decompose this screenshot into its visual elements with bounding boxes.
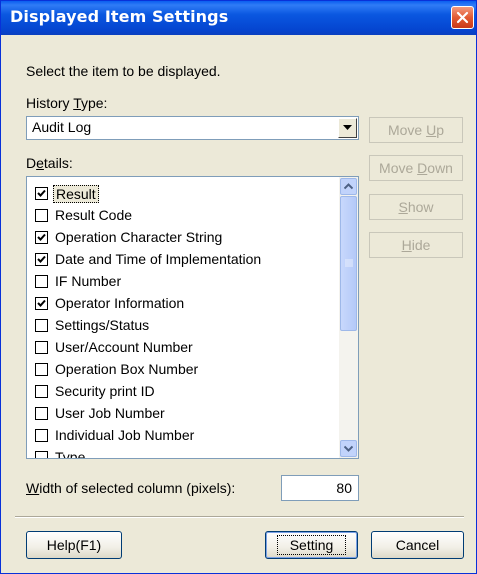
- chevron-down-icon: [343, 125, 352, 130]
- history-type-value: Audit Log: [32, 119, 92, 135]
- list-item[interactable]: Date and Time of Implementation: [27, 249, 338, 271]
- checkbox[interactable]: [35, 275, 48, 288]
- checkbox[interactable]: [35, 253, 48, 266]
- checkbox[interactable]: [35, 297, 48, 310]
- instruction-text: Select the item to be displayed.: [26, 63, 221, 79]
- checkbox[interactable]: [35, 429, 48, 442]
- checkbox[interactable]: [35, 341, 48, 354]
- checkbox[interactable]: [35, 187, 48, 200]
- checkbox[interactable]: [35, 231, 48, 244]
- list-item-label: Individual Job Number: [55, 427, 195, 443]
- history-type-label: History Type:: [26, 95, 108, 111]
- grip-icon: [345, 259, 353, 267]
- title-bar[interactable]: Displayed Item Settings: [1, 1, 476, 35]
- list-item-label: Result Code: [55, 207, 133, 223]
- list-item-label: Date and Time of Implementation: [55, 251, 262, 267]
- list-item[interactable]: Security print ID: [27, 381, 338, 403]
- history-type-select[interactable]: Audit Log: [26, 116, 359, 140]
- column-width-input[interactable]: 80: [281, 475, 359, 501]
- list-item[interactable]: User/Account Number: [27, 337, 338, 359]
- setting-button-label: Setting: [276, 535, 347, 555]
- help-button[interactable]: Help(F1): [26, 531, 122, 559]
- vertical-scrollbar[interactable]: [339, 177, 358, 458]
- list-item[interactable]: Result Code: [27, 205, 338, 227]
- list-item[interactable]: Type: [27, 447, 338, 459]
- checkbox[interactable]: [35, 363, 48, 376]
- list-item-label: IF Number: [55, 273, 122, 289]
- list-item-label: Operation Box Number: [55, 361, 199, 377]
- list-item[interactable]: User Job Number: [27, 403, 338, 425]
- list-item[interactable]: IF Number: [27, 271, 338, 293]
- check-icon: [37, 299, 46, 307]
- footer-separator: [15, 516, 464, 518]
- check-icon: [37, 255, 46, 263]
- list-item-label: Result: [53, 185, 99, 203]
- dialog-title: Displayed Item Settings: [10, 7, 229, 26]
- scroll-thumb[interactable]: [340, 196, 357, 331]
- move-up-button[interactable]: Move Up: [369, 117, 463, 143]
- check-icon: [37, 189, 46, 197]
- list-item-label: Type: [55, 449, 86, 459]
- list-item[interactable]: Result: [27, 183, 338, 205]
- check-icon: [37, 233, 46, 241]
- list-item[interactable]: Settings/Status: [27, 315, 338, 337]
- dialog-window: Displayed Item Settings Select the item …: [0, 0, 477, 574]
- checkbox[interactable]: [35, 319, 48, 332]
- list-item-label: User/Account Number: [55, 339, 193, 355]
- list-item[interactable]: Individual Job Number: [27, 425, 338, 447]
- list-item[interactable]: Operation Box Number: [27, 359, 338, 381]
- list-item-label: Security print ID: [55, 383, 155, 399]
- help-button-label: Help(F1): [46, 537, 102, 553]
- cancel-button-label: Cancel: [395, 537, 440, 553]
- list-item-label: User Job Number: [55, 405, 165, 421]
- details-label: Details:: [26, 155, 73, 171]
- list-item-label: Operation Character String: [55, 229, 223, 245]
- checkbox[interactable]: [35, 209, 48, 222]
- close-icon: [456, 11, 469, 24]
- dropdown-button[interactable]: [338, 118, 357, 138]
- list-item[interactable]: Operator Information: [27, 293, 338, 315]
- scroll-up-button[interactable]: [340, 178, 357, 195]
- checkbox[interactable]: [35, 451, 48, 458]
- hide-button[interactable]: Hide: [369, 232, 463, 258]
- cancel-button[interactable]: Cancel: [371, 531, 464, 559]
- chevron-up-icon: [344, 183, 353, 190]
- list-item-label: Settings/Status: [55, 317, 150, 333]
- list-item[interactable]: Operation Character String: [27, 227, 338, 249]
- checkbox[interactable]: [35, 385, 48, 398]
- column-width-label: Width of selected column (pixels):: [26, 480, 236, 496]
- list-item-label: Operator Information: [55, 295, 185, 311]
- checkbox[interactable]: [35, 407, 48, 420]
- chevron-down-icon: [344, 445, 353, 452]
- show-button[interactable]: Show: [369, 194, 463, 220]
- close-button[interactable]: [451, 6, 474, 29]
- move-down-button[interactable]: Move Down: [369, 155, 463, 181]
- scroll-down-button[interactable]: [340, 440, 357, 457]
- details-list[interactable]: Result Result Code Operation Character S…: [26, 176, 359, 459]
- setting-button[interactable]: Setting: [265, 531, 358, 559]
